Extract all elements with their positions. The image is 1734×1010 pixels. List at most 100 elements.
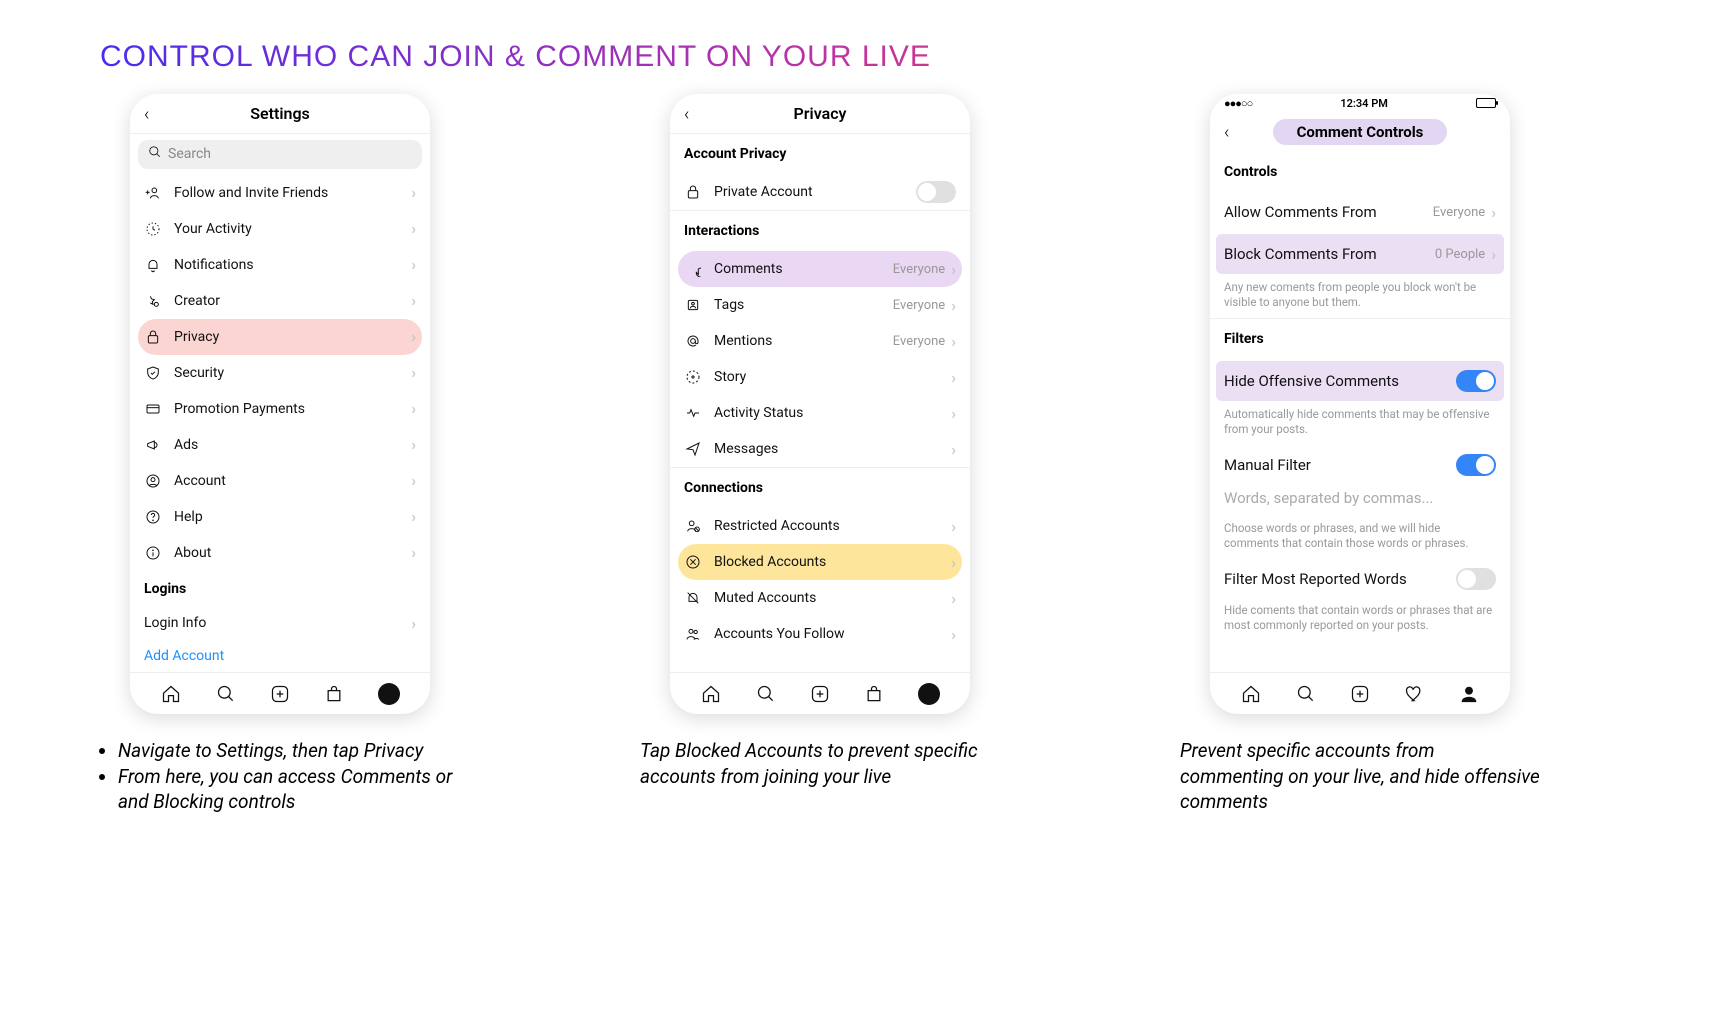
- activity-icon: [144, 220, 162, 238]
- back-button[interactable]: ‹: [144, 104, 149, 125]
- nav-search-icon[interactable]: [215, 683, 237, 705]
- story-icon: [684, 368, 702, 386]
- screen-header: ‹ Privacy: [670, 94, 970, 134]
- chevron-right-icon: ›: [1491, 245, 1496, 264]
- bell-icon: [144, 256, 162, 274]
- chevron-right-icon: ›: [411, 507, 416, 526]
- manual-filter-input[interactable]: Words, separated by commas...: [1210, 485, 1510, 517]
- nav-home-icon[interactable]: [1240, 683, 1262, 705]
- manual-filter-toggle[interactable]: [1456, 454, 1496, 476]
- caption-1: Navigate to Settings, then tap Privacy F…: [100, 738, 460, 815]
- info-icon: [144, 544, 162, 562]
- nav-add-icon[interactable]: [269, 683, 291, 705]
- most-reported-toggle[interactable]: [1456, 568, 1496, 590]
- interactions-row-story[interactable]: Story ›: [670, 359, 970, 395]
- add-account-label: Add Account: [144, 648, 416, 664]
- interactions-row-comments[interactable]: Comments Everyone ›: [678, 251, 962, 287]
- settings-row-promotion-payments[interactable]: Promotion Payments ›: [130, 391, 430, 427]
- logins-header: Logins: [130, 571, 430, 607]
- account-privacy-header: Account Privacy: [670, 134, 970, 174]
- nav-shop-icon[interactable]: [323, 683, 345, 705]
- search-input[interactable]: Search: [138, 140, 422, 169]
- settings-row-your-activity[interactable]: Your Activity ›: [130, 211, 430, 247]
- nav-profile-icon[interactable]: [378, 683, 400, 705]
- status-bar: ●●●○○ 12:34 PM: [1210, 94, 1510, 112]
- manual-filter-label: Manual Filter: [1224, 456, 1456, 474]
- chevron-right-icon: ›: [411, 614, 416, 633]
- chevron-right-icon: ›: [951, 368, 956, 387]
- controls-header: Controls: [1210, 152, 1510, 192]
- row-label: Help: [174, 509, 411, 525]
- interactions-row-mentions[interactable]: Mentions Everyone ›: [670, 323, 970, 359]
- follow-icon: [684, 625, 702, 643]
- nav-home-icon[interactable]: [160, 683, 182, 705]
- nav-search-icon[interactable]: [755, 683, 777, 705]
- nav-home-icon[interactable]: [700, 683, 722, 705]
- block-comments-label: Block Comments From: [1224, 245, 1435, 263]
- interactions-row-tags[interactable]: Tags Everyone ›: [670, 287, 970, 323]
- manual-filter-subtext: Choose words or phrases, and we will hid…: [1210, 517, 1510, 559]
- settings-row-ads[interactable]: Ads ›: [130, 427, 430, 463]
- settings-row-about[interactable]: About ›: [130, 535, 430, 571]
- connections-row-blocked-accounts[interactable]: Blocked Accounts ›: [678, 544, 962, 580]
- screen-header: ‹ Comment Controls: [1210, 112, 1510, 152]
- nav-shop-icon[interactable]: [863, 683, 885, 705]
- nav-profile-icon[interactable]: [1458, 683, 1480, 705]
- at-icon: [684, 332, 702, 350]
- manual-filter-row[interactable]: Manual Filter: [1210, 445, 1510, 485]
- login-info-row[interactable]: Login Info ›: [130, 607, 430, 640]
- nav-heart-icon[interactable]: [1403, 683, 1425, 705]
- interactions-row-messages[interactable]: Messages ›: [670, 431, 970, 467]
- chevron-right-icon: ›: [951, 332, 956, 351]
- back-button[interactable]: ‹: [1224, 122, 1229, 143]
- mute-icon: [684, 589, 702, 607]
- caption-3: Prevent specific accounts from commentin…: [1180, 738, 1540, 815]
- help-icon: [144, 508, 162, 526]
- chevron-right-icon: ›: [951, 404, 956, 423]
- restrict-icon: [684, 517, 702, 535]
- nav-add-icon[interactable]: [809, 683, 831, 705]
- user-circle-icon: [144, 472, 162, 490]
- most-reported-row[interactable]: Filter Most Reported Words: [1210, 559, 1510, 599]
- chevron-right-icon: ›: [411, 291, 416, 310]
- screen-header: ‹ Settings: [130, 94, 430, 134]
- settings-row-notifications[interactable]: Notifications ›: [130, 247, 430, 283]
- person-plus-icon: [144, 184, 162, 202]
- connections-row-restricted-accounts[interactable]: Restricted Accounts ›: [670, 508, 970, 544]
- connections-row-accounts-you-follow[interactable]: Accounts You Follow ›: [670, 616, 970, 652]
- nav-add-icon[interactable]: [1349, 683, 1371, 705]
- chevron-right-icon: ›: [411, 219, 416, 238]
- settings-row-follow-and-invite-friends[interactable]: Follow and Invite Friends ›: [130, 175, 430, 211]
- settings-row-account[interactable]: Account ›: [130, 463, 430, 499]
- settings-row-help[interactable]: Help ›: [130, 499, 430, 535]
- hide-offensive-toggle[interactable]: [1456, 370, 1496, 392]
- phone-privacy: ‹ Privacy Account Privacy Private Accoun…: [670, 94, 970, 714]
- login-info-label: Login Info: [144, 615, 411, 631]
- chevron-right-icon: ›: [411, 327, 416, 346]
- hide-offensive-row[interactable]: Hide Offensive Comments: [1216, 361, 1504, 401]
- settings-row-privacy[interactable]: Privacy ›: [138, 319, 422, 355]
- settings-row-security[interactable]: Security ›: [130, 355, 430, 391]
- signal-icon: ●●●○○: [1224, 97, 1252, 110]
- block-comments-row[interactable]: Block Comments From 0 People ›: [1216, 234, 1504, 274]
- interactions-row-activity-status[interactable]: Activity Status ›: [670, 395, 970, 431]
- add-account-row[interactable]: Add Account: [130, 640, 430, 673]
- settings-row-creator[interactable]: Creator ›: [130, 283, 430, 319]
- nav-profile-icon[interactable]: [918, 683, 940, 705]
- private-account-row[interactable]: Private Account: [670, 174, 970, 210]
- chevron-right-icon: ›: [951, 260, 956, 279]
- connections-row-muted-accounts[interactable]: Muted Accounts ›: [670, 580, 970, 616]
- connections-header: Connections: [670, 468, 970, 508]
- screen-title: Settings: [250, 104, 310, 123]
- allow-comments-row[interactable]: Allow Comments From Everyone ›: [1210, 192, 1510, 232]
- nav-search-icon[interactable]: [1295, 683, 1317, 705]
- send-icon: [684, 440, 702, 458]
- private-account-label: Private Account: [714, 184, 916, 200]
- card-icon: [144, 400, 162, 418]
- phone-settings: ‹ Settings Search Follow and Invite Frie…: [130, 94, 430, 714]
- private-account-toggle[interactable]: [916, 181, 956, 203]
- hide-offensive-label: Hide Offensive Comments: [1224, 372, 1456, 390]
- back-button[interactable]: ‹: [684, 104, 689, 125]
- row-meta: Everyone: [893, 298, 945, 313]
- chevron-right-icon: ›: [411, 399, 416, 418]
